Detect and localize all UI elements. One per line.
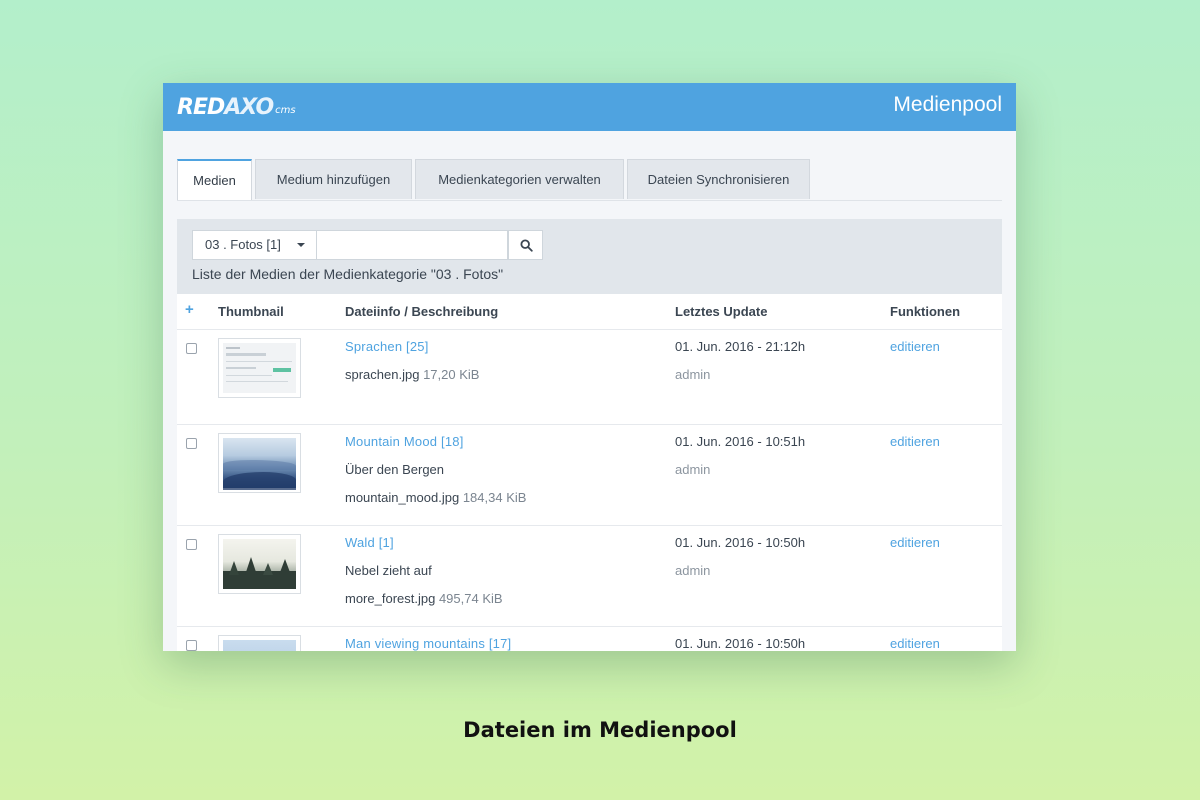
edit-link[interactable]: editieren	[890, 535, 940, 550]
category-select-value: 03 . Fotos [1]	[205, 237, 281, 252]
search-icon	[520, 239, 533, 252]
thumbnail-image[interactable]	[218, 534, 301, 594]
media-filesize: 17,20 KiB	[423, 367, 480, 382]
media-filename: mountain_mood.jpg	[345, 490, 460, 505]
caret-down-icon	[297, 243, 305, 247]
logo-text-cms: cms	[275, 105, 296, 116]
tab-medien[interactable]: Medien	[177, 159, 252, 200]
media-filesize: 495,74 KiB	[438, 591, 503, 606]
image-caption: Dateien im Medienpool	[463, 718, 737, 742]
media-filesize: 184,34 KiB	[462, 490, 527, 505]
tab-dateien-synchronisieren[interactable]: Dateien Synchronisieren	[627, 159, 810, 199]
table-row: Mountain Mood [18] Über den Bergen mount…	[177, 425, 1002, 526]
logo-text-axo: AXO	[224, 95, 274, 120]
thumbnail-image[interactable]	[218, 635, 301, 651]
media-list-panel: 03 . Fotos [1] Liste der Medien der Medi…	[177, 219, 1002, 651]
media-filename: more_forest.jpg	[345, 591, 436, 606]
column-thumbnail: Thumbnail	[218, 304, 284, 319]
media-updated-user: admin	[675, 462, 711, 477]
row-checkbox[interactable]	[186, 539, 197, 550]
column-dateiinfo: Dateiinfo / Beschreibung	[345, 304, 499, 319]
panel-header: 03 . Fotos [1] Liste der Medien der Medi…	[177, 219, 1002, 294]
media-file-info: sprachen.jpg 17,20 KiB	[345, 367, 479, 382]
media-updated-user: admin	[675, 563, 711, 578]
thumbnail-image[interactable]	[218, 338, 301, 398]
media-updated-date: 01. Jun. 2016 - 10:50h	[675, 535, 806, 550]
media-title-link[interactable]: Man viewing mountains [17]	[345, 636, 511, 651]
column-letztes-update: Letztes Update	[675, 304, 768, 319]
row-checkbox[interactable]	[186, 438, 197, 449]
media-updated-user: admin	[675, 367, 711, 382]
media-updated-date: 01. Jun. 2016 - 21:12h	[675, 339, 806, 354]
table-row: Sprachen [25] sprachen.jpg 17,20 KiB 01.…	[177, 330, 1002, 425]
search-button[interactable]	[508, 230, 543, 260]
redaxo-window: RED AXO cms Medienpool Medien Medium hin…	[163, 83, 1016, 651]
search-input[interactable]	[317, 230, 508, 260]
media-file-info: mountain_mood.jpg 184,34 KiB	[345, 490, 526, 505]
logo-text-red: RED	[177, 95, 225, 120]
media-title-link[interactable]: Mountain Mood [18]	[345, 434, 464, 449]
category-select[interactable]: 03 . Fotos [1]	[192, 230, 317, 260]
table-header: + Thumbnail Dateiinfo / Beschreibung Let…	[177, 294, 1002, 330]
media-description: Über den Bergen	[345, 462, 445, 477]
redaxo-logo[interactable]: RED AXO cms	[177, 95, 296, 121]
media-description: Nebel zieht auf	[345, 563, 432, 578]
media-title-link[interactable]: Sprachen [25]	[345, 339, 429, 354]
media-updated-date: 01. Jun. 2016 - 10:51h	[675, 434, 806, 449]
tab-medienkategorien-verwalten[interactable]: Medienkategorien verwalten	[415, 159, 624, 199]
table-row: Wald [1] Nebel zieht auf more_forest.jpg…	[177, 526, 1002, 627]
media-filename: sprachen.jpg	[345, 367, 420, 382]
thumbnail-image[interactable]	[218, 433, 301, 493]
row-checkbox[interactable]	[186, 640, 197, 651]
edit-link[interactable]: editieren	[890, 339, 940, 354]
media-updated-date: 01. Jun. 2016 - 10:50h	[675, 636, 806, 651]
media-file-info: more_forest.jpg 495,74 KiB	[345, 591, 503, 606]
column-funktionen: Funktionen	[890, 304, 961, 319]
row-checkbox[interactable]	[186, 343, 197, 354]
tab-medium-hinzufuegen[interactable]: Medium hinzufügen	[255, 159, 412, 199]
edit-link[interactable]: editieren	[890, 434, 940, 449]
tab-bar: Medien Medium hinzufügen Medienkategorie…	[177, 159, 1002, 201]
list-caption: Liste der Medien der Medienkategorie "03…	[192, 266, 504, 282]
page-title: Medienpool	[893, 93, 1002, 116]
edit-link[interactable]: editieren	[890, 636, 940, 651]
media-title-link[interactable]: Wald [1]	[345, 535, 394, 550]
add-media-icon[interactable]: +	[185, 301, 194, 318]
table-row: Man viewing mountains [17] 01. Jun. 2016…	[177, 627, 1002, 651]
top-bar: RED AXO cms Medienpool	[163, 83, 1016, 131]
